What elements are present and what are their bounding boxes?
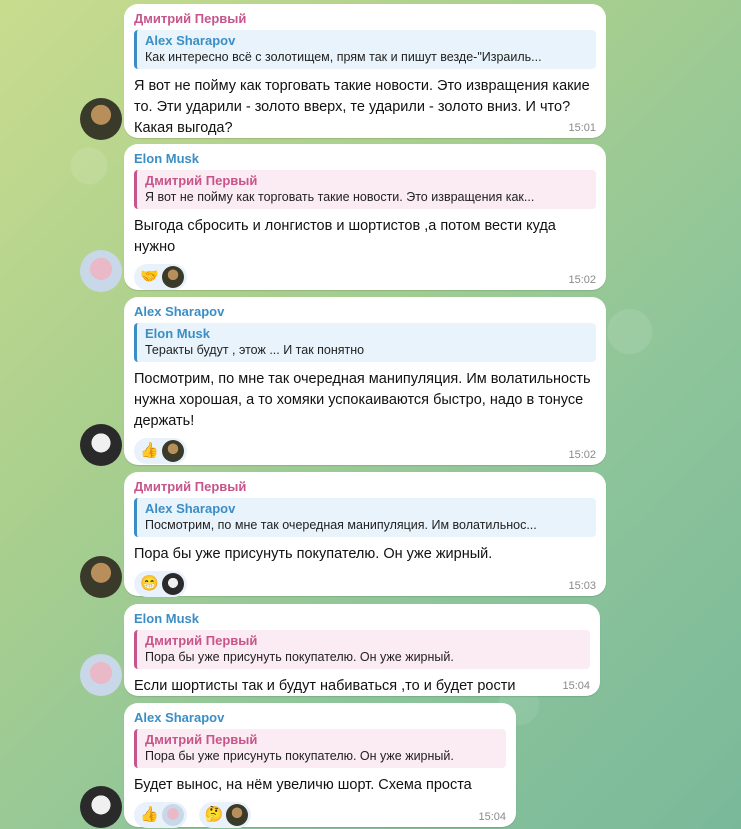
handshake-icon: 🤝 — [140, 268, 159, 285]
message-text: Посмотрим, по мне так очередная манипуля… — [134, 371, 591, 429]
reaction-chip[interactable]: 👍 — [134, 438, 187, 464]
reactions-bar: 👍 🤔 — [134, 802, 506, 828]
reply-quote[interactable]: Дмитрий Первый Пора бы уже присунуть пок… — [134, 729, 506, 768]
avatar[interactable] — [80, 556, 122, 598]
reply-sender-name: Дмитрий Первый — [145, 173, 258, 188]
reply-sender-name: Дмитрий Первый — [145, 633, 258, 648]
message-bubble[interactable]: Alex Sharapov Elon Musk Теракты будут , … — [124, 297, 606, 465]
sender-name[interactable]: Дмитрий Первый — [134, 10, 596, 27]
reply-sender-name: Alex Sharapov — [145, 33, 236, 48]
thumbs-up-icon: 👍 — [140, 806, 159, 823]
reply-text: Как интересно всё с золотищем, прям так … — [145, 50, 542, 64]
reply-quote[interactable]: Alex Sharapov Как интересно всё с золоти… — [134, 30, 596, 69]
message-bubble[interactable]: Дмитрий Первый Alex Sharapov Посмотрим, … — [124, 472, 606, 597]
message-time: 15:04 — [478, 811, 506, 823]
reply-quote[interactable]: Дмитрий Первый Я вот не пойму как торгов… — [134, 170, 596, 209]
avatar[interactable] — [80, 250, 122, 292]
reply-text: Пора бы уже присунуть покупателю. Он уже… — [145, 749, 454, 763]
thinking-icon: 🤔 — [204, 806, 224, 823]
sender-name[interactable]: Elon Musk — [134, 150, 596, 167]
message-text: Будет вынос, на нём увеличю шорт. Схема … — [134, 777, 472, 793]
grin-icon: 😁 — [140, 575, 159, 592]
avatar[interactable] — [80, 786, 122, 828]
message-text: Пора бы уже присунуть покупателю. Он уже… — [134, 546, 493, 562]
thumbs-up-icon: 👍 — [140, 442, 159, 459]
reaction-chip[interactable]: 😁 — [134, 571, 187, 597]
reply-quote[interactable]: Elon Musk Теракты будут , этож ... И так… — [134, 323, 596, 362]
message-time: 15:02 — [568, 449, 596, 461]
message-time: 15:04 — [562, 680, 590, 692]
message-text: Если шортисты так и будут набиваться ,то… — [134, 678, 516, 694]
sender-name[interactable]: Alex Sharapov — [134, 709, 506, 726]
reactor-avatar — [161, 266, 184, 288]
reply-text: Теракты будут , этож ... И так понятно — [145, 343, 365, 357]
sender-name[interactable]: Дмитрий Первый — [134, 478, 596, 495]
reply-sender-name: Дмитрий Первый — [145, 732, 258, 747]
message-bubble[interactable]: Elon Musk Дмитрий Первый Я вот не пойму … — [124, 144, 606, 290]
message-text: Я вот не пойму как торговать такие новос… — [134, 78, 590, 136]
reply-quote[interactable]: Alex Sharapov Посмотрим, по мне так очер… — [134, 498, 596, 537]
reply-sender-name: Elon Musk — [145, 326, 211, 341]
avatar[interactable] — [80, 98, 122, 140]
message-bubble[interactable]: Дмитрий Первый Alex Sharapov Как интерес… — [124, 4, 606, 138]
sender-name[interactable]: Alex Sharapov — [134, 303, 596, 320]
message-bubble[interactable]: Elon Musk Дмитрий Первый Пора бы уже при… — [124, 604, 600, 696]
reactions-bar: 👍 — [134, 438, 596, 464]
reaction-chip[interactable]: 🤔 — [198, 802, 252, 828]
sender-name[interactable]: Elon Musk — [134, 610, 590, 627]
reply-text: Я вот не пойму как торговать такие новос… — [145, 190, 535, 204]
message-text: Выгода сбросить и лонгистов и шортистов … — [134, 218, 556, 255]
message-time: 15:01 — [568, 122, 596, 134]
reactor-avatar — [226, 804, 249, 826]
reactor-avatar — [161, 573, 184, 595]
message-bubble[interactable]: Alex Sharapov Дмитрий Первый Пора бы уже… — [124, 703, 516, 828]
reply-text: Посмотрим, по мне так очередная манипуля… — [145, 518, 537, 532]
reply-quote[interactable]: Дмитрий Первый Пора бы уже присунуть пок… — [134, 630, 590, 669]
avatar[interactable] — [80, 654, 122, 696]
reply-text: Пора бы уже присунуть покупателю. Он уже… — [145, 650, 454, 664]
reaction-chip[interactable]: 🤝 — [134, 264, 187, 290]
reply-sender-name: Alex Sharapov — [145, 501, 236, 516]
avatar[interactable] — [80, 424, 122, 466]
reactor-avatar — [161, 440, 184, 462]
message-time: 15:02 — [568, 274, 596, 286]
reactor-avatar — [161, 804, 184, 826]
message-time: 15:03 — [568, 580, 596, 592]
reactions-bar: 🤝 — [134, 264, 596, 290]
reaction-chip[interactable]: 👍 — [134, 802, 187, 828]
reactions-bar: 😁 — [134, 571, 596, 597]
